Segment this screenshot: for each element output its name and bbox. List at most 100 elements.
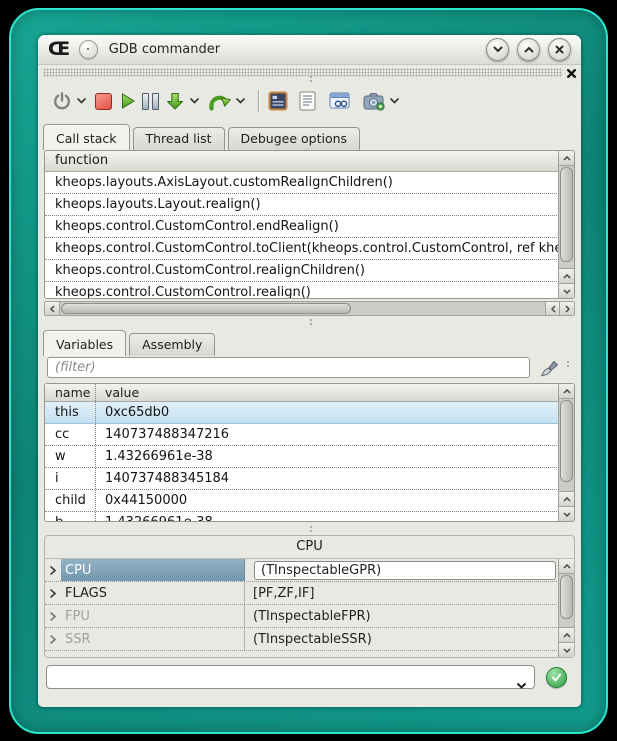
column-header-function[interactable]: function	[45, 151, 559, 172]
callstack-row[interactable]: kheops.control.CustomControl.toClient(kh…	[45, 238, 559, 260]
pause-button[interactable]	[142, 88, 159, 114]
expander-icon[interactable]	[45, 559, 61, 581]
tab-thread-list[interactable]: Thread list	[133, 127, 225, 150]
variables-table: name value this 0xc65db0 cc 140737488347…	[44, 383, 575, 522]
register-row[interactable]: SSR (TInspectableSSR)	[45, 628, 559, 651]
variable-row[interactable]: cc 140737488347216	[45, 424, 559, 446]
dock-close-button[interactable]	[565, 67, 577, 79]
register-value[interactable]: [PF,ZF,IF]	[245, 582, 559, 604]
dock-grip-texture	[43, 68, 562, 77]
scrollbar-thumb[interactable]	[560, 167, 573, 262]
scroll-down-button[interactable]	[559, 283, 574, 298]
variable-row[interactable]: this 0xc65db0	[45, 402, 559, 424]
shade-button[interactable]	[486, 38, 509, 61]
scrollbar-thumb[interactable]	[560, 400, 573, 482]
register-value[interactable]: (TInspectableSSR)	[245, 628, 559, 650]
confirm-button[interactable]	[546, 667, 567, 688]
variable-row[interactable]: child 0x44150000	[45, 490, 559, 512]
expander-icon[interactable]	[45, 582, 61, 604]
callstack-row[interactable]: kheops.control.CustomControl.realignChil…	[45, 260, 559, 282]
callstack-row[interactable]: kheops.control.CustomControl.endRealign(…	[45, 216, 559, 238]
scroll-up-button[interactable]	[559, 627, 574, 642]
callstack-row[interactable]: kheops.layouts.Layout.realign()	[45, 194, 559, 216]
register-name[interactable]: CPU	[61, 559, 245, 581]
scroll-up-button[interactable]	[559, 491, 574, 506]
scroll-down-button[interactable]	[559, 642, 574, 657]
clear-filter-button[interactable]	[539, 356, 560, 382]
power-dropdown[interactable]	[77, 88, 86, 114]
variable-name: i	[45, 468, 96, 489]
scroll-up-button[interactable]	[559, 268, 574, 283]
titlebar[interactable]: Œ GDB commander	[38, 35, 581, 65]
register-value-editor[interactable]: (TInspectableGPR)	[254, 561, 556, 580]
register-row[interactable]: CPU (TInspectableGPR)	[45, 559, 559, 582]
dock-titlebar[interactable]	[39, 66, 580, 82]
tab-assembly[interactable]: Assembly	[129, 333, 215, 356]
expander-icon[interactable]	[45, 628, 61, 650]
register-row[interactable]: FLAGS [PF,ZF,IF]	[45, 582, 559, 605]
scrollbar-thumb[interactable]	[560, 575, 573, 619]
run-button[interactable]	[118, 88, 136, 114]
vertical-scrollbar[interactable]	[558, 151, 574, 298]
scroll-up-button[interactable]	[559, 384, 574, 399]
register-row[interactable]: FPU (TInspectableFPR)	[45, 605, 559, 628]
step-over-dropdown[interactable]	[236, 88, 245, 114]
power-button[interactable]	[52, 88, 72, 114]
vertical-scrollbar[interactable]	[558, 559, 574, 657]
tab-variables[interactable]: Variables	[43, 330, 126, 356]
close-button[interactable]	[548, 38, 571, 61]
step-into-dropdown[interactable]	[190, 88, 199, 114]
chevron-down-icon	[236, 98, 245, 104]
stop-icon	[95, 93, 112, 110]
snapshot-dropdown[interactable]	[390, 88, 399, 114]
register-value[interactable]: (TInspectableFPR)	[245, 605, 559, 627]
register-value-cell[interactable]: (TInspectableGPR)	[245, 559, 559, 581]
variables-tabbar: Variables Assembly	[43, 329, 218, 356]
cpu-view-button[interactable]	[268, 88, 288, 114]
register-name[interactable]: FLAGS	[61, 582, 245, 604]
chevron-down-icon	[77, 98, 86, 104]
scroll-down-button[interactable]	[559, 506, 574, 521]
step-into-button[interactable]	[165, 88, 185, 114]
chevron-up-icon	[524, 46, 534, 53]
filter-input[interactable]	[47, 357, 530, 378]
stop-button[interactable]	[95, 88, 112, 114]
scroll-up-button[interactable]	[559, 151, 574, 166]
check-icon	[551, 673, 562, 682]
scroll-left-button[interactable]	[545, 302, 560, 315]
column-header-value[interactable]: value	[96, 384, 559, 401]
scroll-left-button[interactable]	[45, 302, 60, 315]
splitter-handle[interactable]	[310, 526, 312, 534]
scroll-up-button[interactable]	[559, 559, 574, 574]
variable-value: 0x44150000	[96, 490, 559, 511]
watches-button[interactable]	[329, 88, 350, 114]
splitter-handle[interactable]	[310, 319, 312, 327]
variable-value: 1.43266961e-38	[96, 446, 559, 467]
variable-row[interactable]: i 140737488345184	[45, 468, 559, 490]
callstack-row[interactable]: kheops.layouts.AxisLayout.customRealignC…	[45, 172, 559, 194]
expander-icon[interactable]	[45, 605, 61, 627]
register-name[interactable]: FPU	[61, 605, 245, 627]
column-header-name[interactable]: name	[45, 384, 96, 401]
horizontal-scrollbar[interactable]	[44, 301, 575, 316]
unshade-button[interactable]	[517, 38, 540, 61]
step-over-button[interactable]	[208, 88, 231, 114]
variable-name: w	[45, 446, 96, 467]
window-menu-button[interactable]	[79, 40, 98, 59]
variable-row[interactable]: b 1.43266961e-38	[45, 512, 559, 522]
variable-row[interactable]: w 1.43266961e-38	[45, 446, 559, 468]
chevron-down-icon	[390, 98, 399, 104]
chevron-down-icon[interactable]	[516, 674, 527, 693]
tab-call-stack[interactable]: Call stack	[43, 124, 130, 150]
command-combobox[interactable]	[46, 665, 535, 689]
variables-header[interactable]: name value	[45, 384, 559, 402]
scrollbar-thumb[interactable]	[61, 303, 351, 314]
register-name[interactable]: SSR	[61, 628, 245, 650]
event-log-button[interactable]	[299, 88, 316, 114]
scroll-right-button[interactable]	[559, 302, 574, 315]
tab-debugee-options[interactable]: Debugee options	[228, 127, 361, 150]
callstack-row[interactable]: kheops.control.CustomControl.realign()	[45, 282, 559, 299]
vertical-scrollbar[interactable]	[558, 384, 574, 521]
snapshot-button[interactable]	[363, 88, 385, 114]
variable-value: 1.43266961e-38	[96, 512, 559, 522]
